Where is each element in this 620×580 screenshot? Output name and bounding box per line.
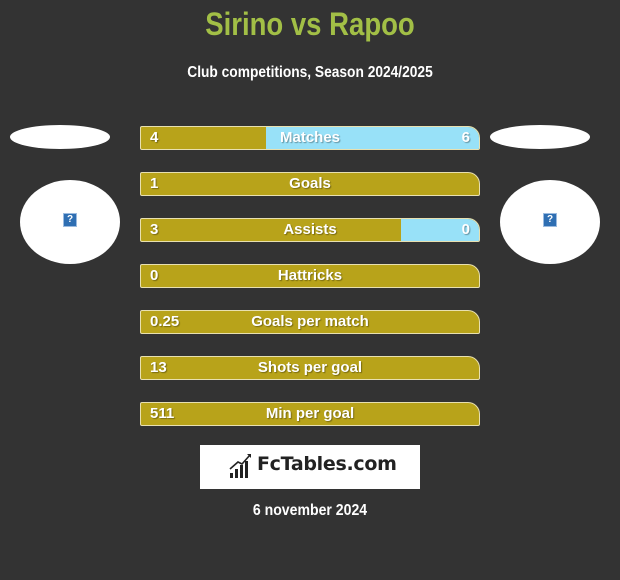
stat-row-assists: 3 Assists 0 (140, 218, 480, 242)
stat-label: Goals per match (251, 313, 369, 330)
stat-row-min-per-goal: 511 Min per goal (140, 402, 480, 426)
right-team-badge: ? (500, 180, 600, 264)
left-team-name-pill (10, 125, 110, 149)
report-date: 6 november 2024 (252, 502, 368, 519)
stat-label: Goals (289, 175, 331, 192)
stat-label: Shots per goal (257, 359, 363, 376)
left-team-badge: ? (20, 180, 120, 264)
stat-row-goals: 1 Goals (140, 172, 480, 196)
stat-row-shots-per-goal: 13 Shots per goal (140, 356, 480, 380)
page-title: Sirino vs Rapoo (205, 6, 415, 42)
brand-name: FcTables.com (257, 453, 397, 475)
missing-image-icon: ? (63, 213, 77, 227)
competition-subtitle: Club competitions, Season 2024/2025 (187, 64, 433, 81)
stat-label: Min per goal (265, 405, 355, 422)
fctables-logo[interactable]: FcTables.com (200, 445, 420, 489)
missing-image-icon: ? (543, 213, 557, 227)
stat-label: Assists (283, 221, 337, 238)
stat-row-hattricks: 0 Hattricks (140, 264, 480, 288)
stat-row-goals-per-match: 0.25 Goals per match (140, 310, 480, 334)
bar-chart-icon (229, 454, 251, 478)
stat-label: Hattricks (277, 267, 343, 284)
stat-label: Matches (279, 129, 341, 146)
right-value: 6 (461, 129, 470, 146)
right-value: 0 (461, 221, 470, 238)
stat-row-matches: 4 Matches 6 (140, 126, 480, 150)
right-team-name-pill (490, 125, 590, 149)
